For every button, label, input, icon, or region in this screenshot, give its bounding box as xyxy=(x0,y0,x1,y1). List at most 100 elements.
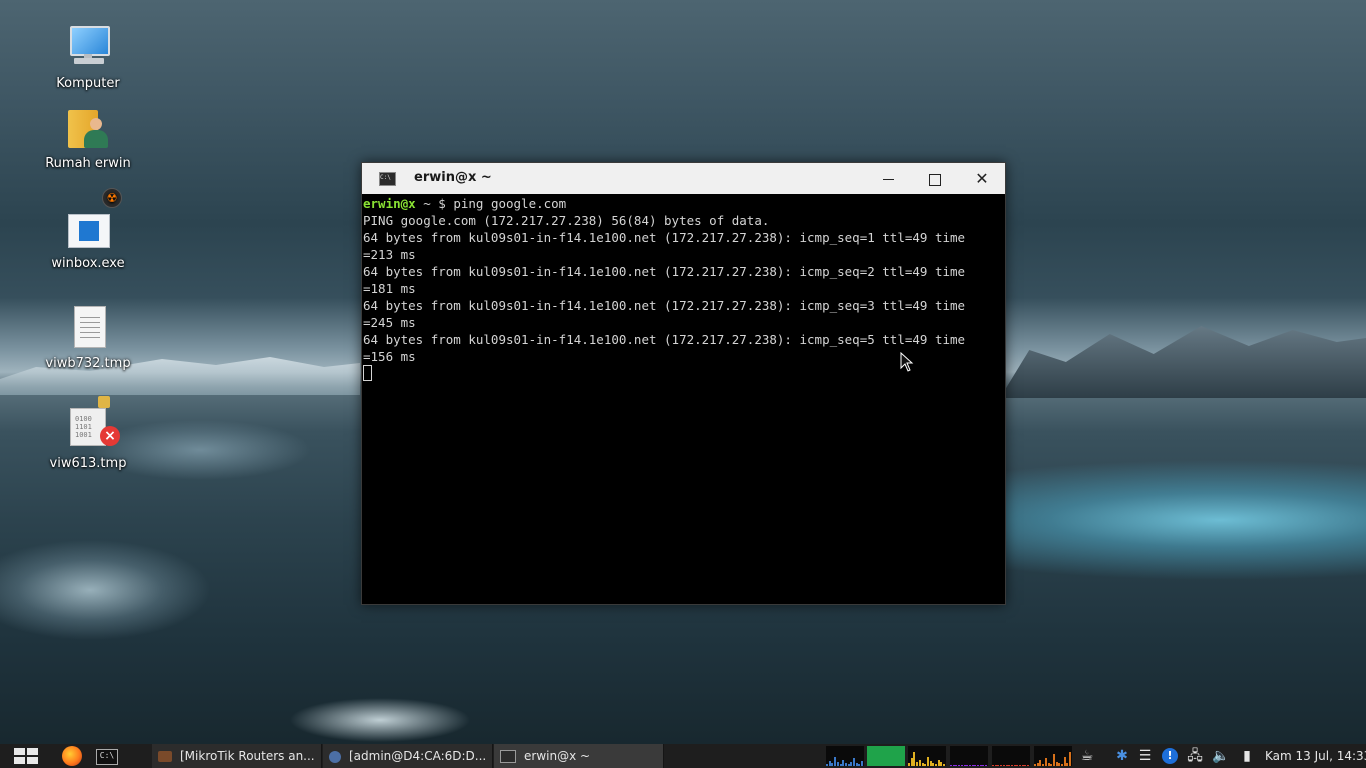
terminal-icon: C:\ xyxy=(379,172,396,186)
radioactive-icon: ☢ xyxy=(102,188,122,208)
output-line: 64 bytes from kul09s01-in-f14.1e100.net … xyxy=(363,264,966,279)
prompt-path: ~ $ xyxy=(415,196,454,211)
desktop-icon-home[interactable]: Rumah erwin xyxy=(40,104,136,171)
bluetooth-icon[interactable]: ✱ xyxy=(1114,748,1130,764)
output-line: 64 bytes from kul09s01-in-f14.1e100.net … xyxy=(363,332,966,347)
graph-bar xyxy=(1061,764,1063,766)
graph-bar xyxy=(1024,765,1027,766)
graph-bar xyxy=(929,761,932,766)
graph-bar xyxy=(1066,763,1069,766)
close-button[interactable]: ✕ xyxy=(959,163,1005,194)
menu-icon[interactable]: ☰ xyxy=(1137,748,1153,764)
graph-bar xyxy=(1005,765,1008,766)
output-line: =181 ms xyxy=(363,281,416,296)
graph-bar xyxy=(861,761,864,766)
graph-bar xyxy=(960,765,963,766)
graph-bar xyxy=(926,757,929,766)
graph-bar xyxy=(977,765,979,766)
graph-bar xyxy=(921,763,924,766)
graph-bar xyxy=(1063,757,1066,766)
battery-icon[interactable]: ▮ xyxy=(1239,748,1255,764)
maximize-button[interactable] xyxy=(912,163,958,194)
graph-bar xyxy=(950,765,952,766)
firefox-launcher-icon[interactable] xyxy=(62,746,82,766)
output-line: 64 bytes from kul09s01-in-f14.1e100.net … xyxy=(363,230,966,245)
graph-bar xyxy=(955,765,958,766)
taskbar-task-ssh[interactable]: [admin@D4:CA:6D:D... xyxy=(323,744,493,768)
computer-icon xyxy=(64,24,112,72)
ssh-icon xyxy=(329,750,341,763)
network-icon[interactable]: 🖧 xyxy=(1187,748,1203,764)
graph-bar xyxy=(940,762,943,766)
window-title: erwin@x ~ xyxy=(414,170,492,185)
graph-bar xyxy=(1055,762,1058,766)
output-line: =156 ms xyxy=(363,349,416,364)
graph-bar xyxy=(844,763,847,766)
notification-icon[interactable]: ! xyxy=(1162,748,1178,764)
memory-monitor-graph[interactable] xyxy=(867,746,905,766)
taskbar-task-terminal[interactable]: erwin@x ~ xyxy=(494,744,664,768)
taskbar-task-mikrotik[interactable]: [MikroTik Routers an... xyxy=(152,744,322,768)
graph-bar xyxy=(943,764,946,766)
terminal-icon xyxy=(500,750,516,763)
graph-bar xyxy=(1034,764,1036,766)
lock-icon xyxy=(98,396,110,408)
graph-bar xyxy=(834,757,837,766)
command-text: ping google.com xyxy=(453,196,567,211)
graph-bar xyxy=(974,765,977,766)
home-folder-icon xyxy=(64,104,112,152)
graph-bar xyxy=(979,765,982,766)
graph-bar xyxy=(913,752,916,766)
clock[interactable]: Kam 13 Jul, 14:33 xyxy=(1265,744,1366,768)
graph-bar xyxy=(828,761,831,766)
graph-bar xyxy=(826,764,828,766)
terminal-window[interactable]: C:\ erwin@x ~ ✕ erwin@x ~ $ ping google.… xyxy=(361,162,1006,605)
volume-icon[interactable]: 🔈 xyxy=(1212,748,1229,764)
graph-bar xyxy=(918,760,921,766)
graph-bar xyxy=(997,765,1000,766)
graph-bar xyxy=(994,765,997,766)
output-line: =213 ms xyxy=(363,247,416,262)
load-monitor-graph[interactable] xyxy=(1034,746,1072,766)
graph-bar xyxy=(839,764,842,766)
graph-bar xyxy=(1052,754,1055,766)
graph-bar xyxy=(924,764,927,766)
graph-bar xyxy=(1010,765,1013,766)
task-label: erwin@x ~ xyxy=(524,749,591,763)
desktop-icon-winbox[interactable]: ☢ winbox.exe xyxy=(40,188,136,271)
mouse-pointer-icon xyxy=(900,352,914,372)
graph-bar xyxy=(850,762,853,766)
maximize-icon xyxy=(929,173,941,186)
minimize-button[interactable] xyxy=(865,163,911,194)
graph-bar xyxy=(992,765,994,766)
binary-file-icon: 0100 1101 1001 × xyxy=(64,396,120,452)
taskbar: C:\ [MikroTik Routers an... [admin@D4:CA… xyxy=(0,744,1366,768)
graph-bar xyxy=(1021,765,1024,766)
desktop-icon-label: viw613.tmp xyxy=(49,456,127,471)
desktop-icon-computer[interactable]: Komputer xyxy=(40,24,136,91)
graph-bar xyxy=(908,763,910,766)
graph-bar xyxy=(985,765,988,766)
terminal-output[interactable]: erwin@x ~ $ ping google.com PING google.… xyxy=(363,195,1003,601)
disk-monitor-graph[interactable] xyxy=(992,746,1030,766)
graph-bar xyxy=(1036,763,1039,766)
graph-bar xyxy=(836,762,839,766)
graph-bar xyxy=(952,765,955,766)
graph-bar xyxy=(858,764,861,766)
window-titlebar[interactable]: C:\ erwin@x ~ ✕ xyxy=(362,163,1005,194)
cpu-monitor-graph[interactable] xyxy=(826,746,864,766)
start-menu-button[interactable] xyxy=(14,748,38,764)
graph-bar xyxy=(1016,765,1019,766)
output-line: =245 ms xyxy=(363,315,416,330)
desktop-icon-label: viwb732.tmp xyxy=(45,356,131,371)
swap-monitor-graph[interactable] xyxy=(950,746,988,766)
desktop-icon-viwb732[interactable]: viwb732.tmp xyxy=(40,304,136,371)
graph-bar xyxy=(1008,765,1011,766)
graph-bar xyxy=(937,760,940,766)
desktop-icon-viw613[interactable]: 0100 1101 1001 × viw613.tmp xyxy=(40,396,136,471)
graph-bar xyxy=(963,765,966,766)
terminal-launcher-icon[interactable]: C:\ xyxy=(96,749,118,765)
network-monitor-graph[interactable] xyxy=(908,746,946,766)
caffeine-icon[interactable]: ☕ xyxy=(1079,748,1095,764)
graph-bar xyxy=(1027,765,1030,766)
